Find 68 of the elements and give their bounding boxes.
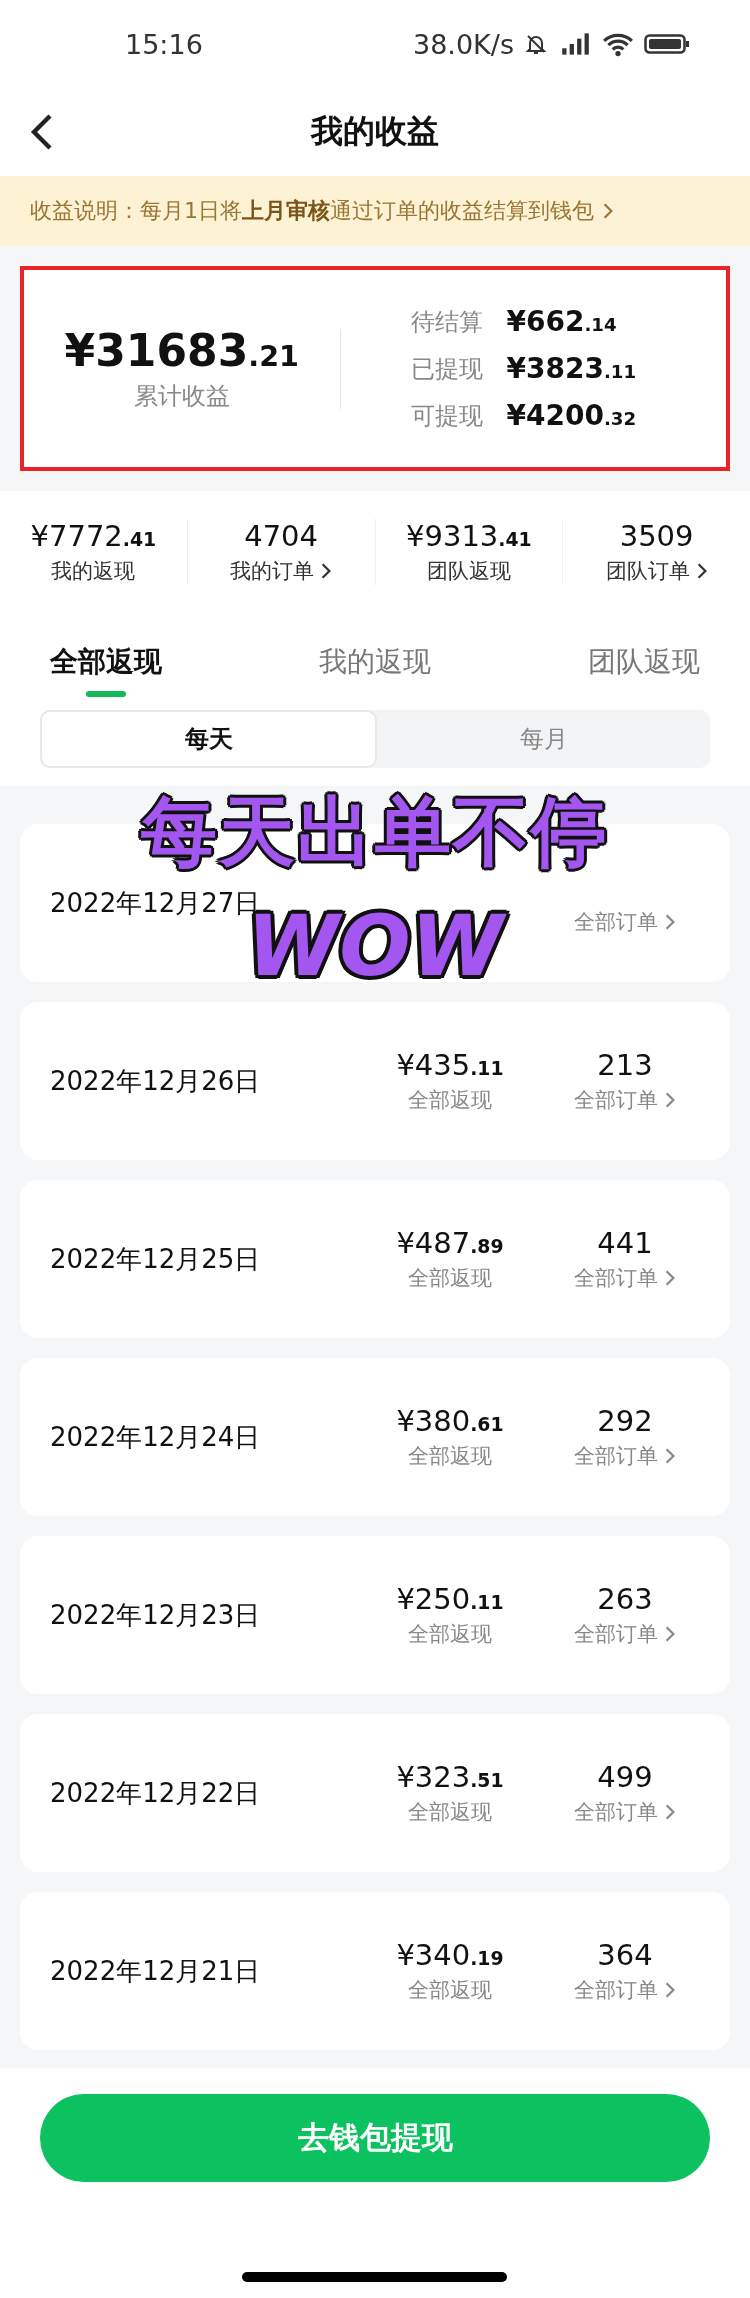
order-count: 441 — [597, 1226, 653, 1260]
tab[interactable]: 我的返现 — [319, 643, 431, 699]
total-amount: ¥31683.21 — [64, 325, 299, 376]
order-count: 263 — [597, 1582, 653, 1616]
amount-label: 全部返现 — [408, 1087, 492, 1114]
day-amount: ¥250.11 — [396, 1582, 504, 1616]
day-amount: ¥487.89 — [396, 1226, 504, 1260]
chevron-icon — [664, 1091, 676, 1109]
order-count: 292 — [597, 1404, 653, 1438]
orders-link[interactable]: 全部订单 — [574, 1620, 658, 1648]
stat-value: 3509 — [619, 519, 694, 553]
orders-link[interactable]: 全部订单 — [574, 1086, 658, 1114]
chevron-icon — [695, 562, 708, 580]
day-date: 2022年12月23日 — [50, 1598, 262, 1632]
chevron-icon — [664, 1981, 676, 1999]
amount-label: 全部返现 — [408, 1621, 492, 1648]
stat-value: ¥7772.41 — [30, 519, 157, 553]
network-speed: 38.0K/s — [413, 28, 514, 60]
tab[interactable]: 团队返现 — [588, 643, 700, 699]
balance-label: 可提现 — [410, 400, 483, 432]
withdraw-button[interactable]: 去钱包提现 — [40, 2094, 710, 2182]
chevron-icon — [664, 1447, 676, 1465]
balance-label: 待结算 — [410, 306, 483, 338]
balance-label: 已提现 — [410, 353, 483, 385]
chevron-icon — [664, 1625, 676, 1643]
day-date: 2022年12月25日 — [50, 1242, 262, 1276]
day-date: 2022年12月26日 — [50, 1064, 262, 1098]
balance-amount: ¥662.14 — [506, 305, 617, 338]
amount-label: 全部返现 — [408, 1443, 492, 1470]
day-date: 2022年12月22日 — [50, 1776, 262, 1810]
balance-amount: ¥4200.32 — [506, 399, 637, 432]
balance-amount: ¥3823.11 — [506, 352, 637, 385]
tab[interactable]: 全部返现 — [50, 643, 162, 699]
day-date: 2022年12月24日 — [50, 1420, 262, 1454]
chevron-icon — [320, 562, 333, 580]
orders-link[interactable]: 全部订单 — [574, 1264, 658, 1292]
period-toggle[interactable]: 每天 — [40, 710, 377, 768]
stat-link[interactable]: 我的订单 — [230, 557, 315, 585]
amount-label: 全部返现 — [408, 1265, 492, 1292]
day-amount: ¥435.11 — [396, 1048, 504, 1082]
chevron-icon — [664, 1269, 676, 1287]
order-count: 213 — [597, 1048, 653, 1082]
period-toggle[interactable]: 每月 — [377, 710, 710, 768]
chevron-icon — [664, 1803, 676, 1821]
back-icon[interactable] — [30, 114, 54, 150]
stat-link[interactable]: 团队订单 — [605, 557, 690, 585]
page-title: 我的收益 — [311, 111, 439, 152]
orders-link[interactable]: 全部订单 — [574, 908, 658, 936]
total-label: 累计收益 — [133, 381, 230, 412]
amount-label: 全部返现 — [408, 1799, 492, 1826]
overlay-caption: 每天出单不停 — [141, 796, 609, 869]
chevron-icon — [664, 913, 676, 931]
day-amount: ¥340.19 — [396, 1938, 504, 1972]
chevron-icon — [602, 202, 614, 220]
order-count: 499 — [597, 1760, 653, 1794]
stat-label: 团队返现 — [426, 558, 511, 585]
status-time: 15:16 — [125, 28, 203, 60]
orders-link[interactable]: 全部订单 — [574, 1442, 658, 1470]
stat-value: 4704 — [244, 519, 319, 553]
day-amount: ¥323.51 — [396, 1760, 504, 1794]
day-date: 2022年12月21日 — [50, 1954, 262, 1988]
stat-value: ¥9313.41 — [406, 519, 532, 553]
stat-label: 我的返现 — [51, 558, 136, 585]
order-count: 364 — [597, 1938, 653, 1972]
orders-link[interactable]: 全部订单 — [574, 1798, 658, 1826]
amount-label: 全部返现 — [408, 1977, 492, 2004]
day-amount: ¥380.61 — [396, 1404, 504, 1438]
orders-link[interactable]: 全部订单 — [574, 1976, 658, 2004]
